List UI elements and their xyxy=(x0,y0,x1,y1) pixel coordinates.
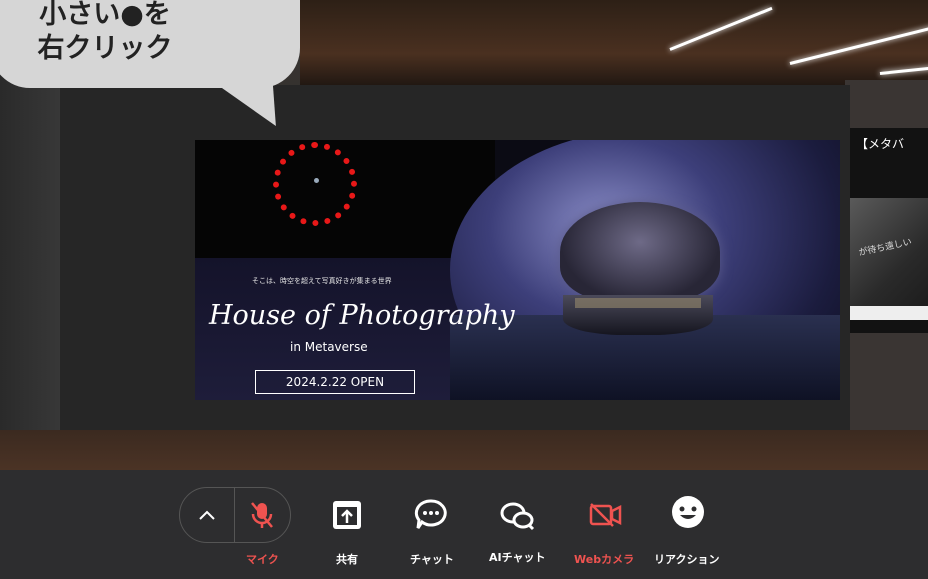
camera-label: Webカメラ xyxy=(574,553,635,566)
small-dot-target[interactable] xyxy=(314,178,319,183)
side-display-panel: 【メタバ が待ち遠しい xyxy=(850,128,928,333)
ceiling xyxy=(300,0,928,90)
mic-muted-icon[interactable] xyxy=(240,493,284,537)
mic-label: マイク xyxy=(246,553,279,566)
bottom-toolbar xyxy=(0,470,928,579)
smiley-icon[interactable] xyxy=(666,490,710,534)
chevron-up-icon[interactable] xyxy=(185,493,229,537)
instruction-line-2: 右クリック xyxy=(37,33,173,64)
share-screen-icon[interactable] xyxy=(325,493,369,537)
floor xyxy=(0,430,928,470)
banner-title: House of Photography xyxy=(209,300,515,331)
banner-subtitle: in Metaverse xyxy=(290,340,368,354)
ai-chat-icon[interactable] xyxy=(495,493,539,537)
share-label: 共有 xyxy=(336,553,358,566)
chat-icon[interactable] xyxy=(409,493,453,537)
camera-off-icon[interactable] xyxy=(583,493,627,537)
metaverse-viewport[interactable]: そこは、時空を超えて写真好きが集まる世界 House of Photograph… xyxy=(0,0,928,470)
reaction-label: リアクション xyxy=(654,553,720,566)
banner-building-windows xyxy=(575,298,701,308)
ai-chat-label: AIチャット xyxy=(489,551,546,564)
side-panel-stripe xyxy=(850,306,928,320)
mic-group-divider xyxy=(234,487,235,543)
side-panel-title: 【メタバ xyxy=(856,137,905,151)
chat-label: チャット xyxy=(410,553,454,566)
target-marker-circle xyxy=(273,142,357,226)
banner-building xyxy=(560,202,720,302)
banner-open-date: 2024.2.22 OPEN xyxy=(255,370,415,394)
banner-tagline: そこは、時空を超えて写真好きが集まる世界 xyxy=(252,277,392,285)
instruction-line-1: 小さい●を xyxy=(39,0,171,30)
